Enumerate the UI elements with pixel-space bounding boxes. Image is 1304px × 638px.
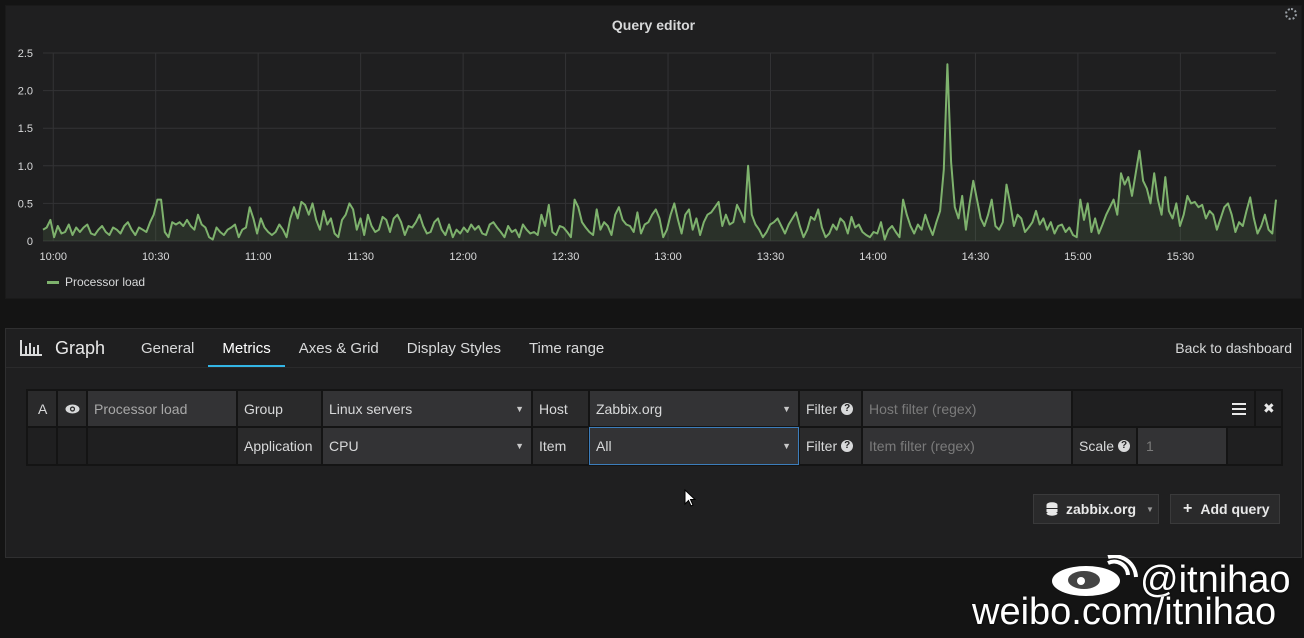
mouse-cursor-icon [684, 489, 696, 507]
x-tick-label: 13:00 [654, 251, 682, 263]
close-icon: ✖ [1263, 400, 1275, 416]
item-filter-input[interactable]: Item filter (regex) [862, 427, 1072, 465]
scale-input[interactable]: 1 [1137, 427, 1227, 465]
eye-icon [65, 404, 80, 413]
graph-panel: Query editor 0 0.5 1.0 1.5 2.0 2.5 10:00 10:30 1… [5, 5, 1302, 299]
tab-display-styles[interactable]: Display Styles [393, 329, 515, 367]
editor-title: Graph [55, 338, 106, 358]
question-circle-icon[interactable]: ? [841, 402, 854, 415]
y-tick-label: 2.5 [18, 48, 33, 60]
y-tick-label: 0 [27, 236, 33, 248]
datasource-select-button[interactable]: zabbix.org ▼ [1033, 494, 1159, 524]
query-menu-button[interactable] [1072, 390, 1255, 427]
back-to-dashboard-link[interactable]: Back to dashboard [1175, 340, 1292, 356]
host-label: Host [532, 390, 589, 427]
group-select-value: Linux servers [329, 400, 413, 417]
x-tick-label: 13:30 [757, 251, 785, 263]
hamburger-icon [1232, 402, 1246, 415]
caret-down-icon: ▼ [782, 441, 791, 451]
y-tick-label: 2.0 [18, 86, 33, 98]
tab-axes-grid[interactable]: Axes & Grid [285, 329, 393, 367]
y-tick-label: 0.5 [18, 198, 33, 210]
x-tick-label: 12:00 [449, 251, 477, 263]
datasource-label: zabbix.org [1066, 501, 1137, 517]
plus-icon: + [1183, 500, 1193, 517]
caret-down-icon: ▼ [515, 441, 524, 451]
legend-swatch [47, 280, 59, 284]
x-tick-label: 14:00 [859, 251, 887, 263]
add-query-button[interactable]: + Add query [1170, 494, 1280, 524]
y-tick-label: 1.5 [18, 123, 33, 135]
empty-cell [27, 427, 57, 465]
x-tick-label: 10:30 [142, 251, 170, 263]
tab-time-range[interactable]: Time range [515, 329, 618, 367]
x-tick-label: 15:00 [1064, 251, 1092, 263]
caret-down-icon: ▼ [1146, 504, 1154, 514]
tab-metrics[interactable]: Metrics [208, 329, 285, 367]
application-select-value: CPU [329, 438, 359, 454]
bar-chart-icon [20, 340, 42, 356]
x-tick-label: 14:30 [962, 251, 990, 263]
host-select[interactable]: Zabbix.org ▼ [589, 390, 799, 427]
question-circle-icon[interactable]: ? [841, 440, 854, 452]
filter-label-text: Filter [806, 438, 838, 454]
caret-down-icon: ▼ [515, 403, 524, 414]
legend-item-label[interactable]: Processor load [65, 275, 145, 289]
item-select[interactable]: All ▼ [589, 427, 799, 465]
item-filter-label: Filter ? [799, 427, 862, 465]
editor-tabs: General Metrics Axes & Grid Display Styl… [127, 329, 618, 367]
empty-cell [87, 427, 237, 465]
panel-editor: Graph General Metrics Axes & Grid Displa… [5, 328, 1302, 558]
toggle-visibility-button[interactable] [57, 390, 87, 427]
application-label: Application [237, 427, 322, 465]
host-filter-input[interactable]: Host filter (regex) [862, 390, 1072, 427]
host-filter-label: Filter ? [799, 390, 862, 427]
group-select[interactable]: Linux servers ▼ [322, 390, 532, 427]
x-tick-label: 15:30 [1167, 251, 1195, 263]
x-tick-label: 11:30 [347, 251, 374, 263]
editor-header: Graph General Metrics Axes & Grid Displa… [6, 329, 1301, 368]
x-tick-label: 12:30 [552, 251, 580, 263]
empty-cell [57, 427, 87, 465]
remove-query-button[interactable]: ✖ [1255, 390, 1282, 427]
filter-label-text: Filter [806, 400, 838, 417]
watermark-url: weibo.com/itnihao [972, 591, 1277, 633]
x-tick-label: 11:00 [245, 251, 272, 263]
host-select-value: Zabbix.org [596, 400, 663, 417]
query-row-group: A Processor load Group Linux servers ▼ H… [26, 389, 1283, 466]
scale-label-text: Scale [1079, 438, 1115, 454]
tab-general[interactable]: General [127, 329, 208, 367]
alias-input[interactable]: Processor load [87, 390, 237, 427]
scale-label: Scale ? [1072, 427, 1137, 465]
query-ref-id[interactable]: A [27, 390, 57, 427]
database-icon [1046, 502, 1058, 516]
empty-cell [1227, 427, 1282, 465]
question-circle-icon[interactable]: ? [1118, 440, 1131, 452]
application-select[interactable]: CPU ▼ [322, 427, 532, 465]
item-label: Item [532, 427, 589, 465]
caret-down-icon: ▼ [782, 403, 791, 414]
group-label: Group [237, 390, 322, 427]
y-tick-label: 1.0 [18, 161, 33, 173]
chart-legend: Processor load [47, 275, 145, 289]
processor-load-chart[interactable]: 0 0.5 1.0 1.5 2.0 2.5 10:00 10:30 11:00 11:30 12:0… [6, 6, 1301, 298]
add-query-label: Add query [1200, 501, 1270, 517]
weibo-watermark: @itnihao weibo.com/itnihao [972, 555, 1302, 638]
x-tick-label: 10:00 [39, 251, 67, 263]
item-select-value: All [596, 438, 612, 454]
